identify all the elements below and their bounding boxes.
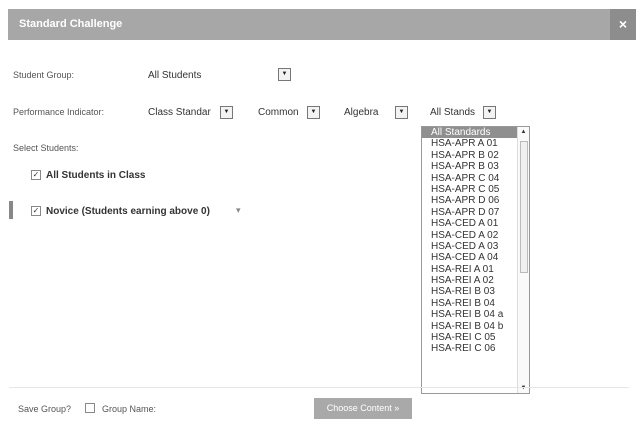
- student-group-value[interactable]: All Students: [148, 70, 201, 81]
- standard-option[interactable]: HSA-CED A 02: [422, 230, 529, 241]
- standard-option[interactable]: HSA-CED A 01: [422, 218, 529, 229]
- scrollbar-thumb[interactable]: [520, 141, 528, 273]
- dropdown-algebra[interactable]: Algebra: [344, 107, 378, 118]
- save-group-checkbox[interactable]: [85, 403, 95, 413]
- all-students-checkbox[interactable]: ✓: [31, 170, 41, 180]
- scroll-down-icon[interactable]: ▼: [518, 385, 529, 391]
- standard-option[interactable]: HSA-REI B 04 b: [422, 321, 529, 332]
- standard-option[interactable]: HSA-REI A 02: [422, 275, 529, 286]
- standard-option[interactable]: HSA-REI C 05: [422, 332, 529, 343]
- novice-label: Novice (Students earning above 0): [46, 206, 210, 217]
- dialog-titlebar: Standard Challenge ×: [8, 9, 636, 40]
- close-icon[interactable]: ×: [610, 9, 636, 40]
- student-group-dropdown-icon[interactable]: ▼: [278, 68, 291, 81]
- novice-checkbox[interactable]: ✓: [31, 206, 41, 216]
- select-students-label: Select Students:: [13, 143, 79, 153]
- standard-option[interactable]: HSA-APR D 07: [422, 207, 529, 218]
- chevron-down-icon[interactable]: ▼: [220, 106, 233, 119]
- dropdown-class-standard[interactable]: Class Standar: [148, 107, 211, 118]
- dropdown-all-standards[interactable]: All Stands: [430, 107, 475, 118]
- standard-option[interactable]: HSA-REI B 04: [422, 298, 529, 309]
- scroll-up-icon[interactable]: ▲: [518, 129, 529, 135]
- standard-option[interactable]: HSA-REI C 06: [422, 343, 529, 354]
- save-group-label: Save Group?: [18, 404, 72, 414]
- chevron-down-icon[interactable]: ▼: [307, 106, 320, 119]
- standard-option[interactable]: HSA-APR A 01: [422, 138, 529, 149]
- group-name-label: Group Name:: [102, 404, 157, 414]
- chevron-down-icon[interactable]: ▼: [483, 106, 496, 119]
- standard-option[interactable]: HSA-CED A 04: [422, 252, 529, 263]
- standard-option[interactable]: All Standards: [422, 127, 529, 139]
- choose-content-button[interactable]: Choose Content »: [314, 398, 412, 419]
- standard-option[interactable]: HSA-REI B 04 a: [422, 309, 529, 320]
- standard-option[interactable]: HSA-APR C 05: [422, 184, 529, 195]
- listbox-scrollbar[interactable]: ▲ ▼: [517, 127, 529, 393]
- dropdown-common[interactable]: Common: [258, 107, 299, 118]
- novice-expand-icon[interactable]: ▾: [236, 205, 241, 216]
- standard-option[interactable]: HSA-CED A 03: [422, 241, 529, 252]
- standard-option[interactable]: HSA-REI A 01: [422, 264, 529, 275]
- performance-indicator-label: Performance Indicator:: [13, 107, 105, 117]
- standard-option[interactable]: HSA-APR B 02: [422, 150, 529, 161]
- standard-option[interactable]: HSA-APR C 04: [422, 173, 529, 184]
- footer-divider: [9, 387, 629, 388]
- all-students-label: All Students in Class: [46, 170, 146, 181]
- standards-listbox[interactable]: All Standards HSA-APR A 01 HSA-APR B 02 HSA…: [421, 126, 530, 394]
- dialog-title: Standard Challenge: [19, 18, 123, 30]
- student-group-label: Student Group:: [13, 70, 75, 80]
- group-indicator-bar: [9, 201, 13, 219]
- chevron-down-icon[interactable]: ▼: [395, 106, 408, 119]
- standard-option[interactable]: HSA-REI B 03: [422, 286, 529, 297]
- standard-option[interactable]: HSA-APR B 03: [422, 161, 529, 172]
- standard-option[interactable]: HSA-APR D 06: [422, 195, 529, 206]
